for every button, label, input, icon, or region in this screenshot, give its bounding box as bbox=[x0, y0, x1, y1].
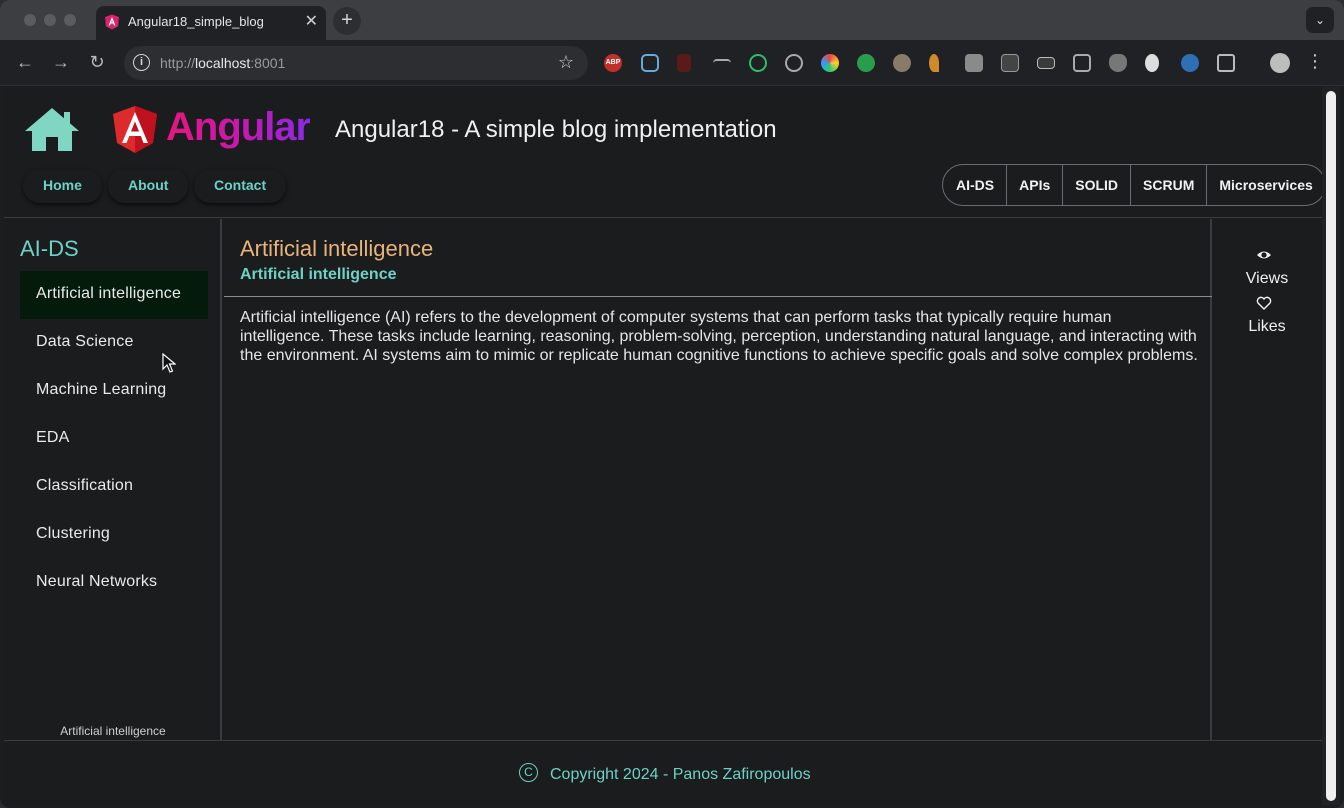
web-page: Angular Angular18 - A simple blog implem… bbox=[4, 87, 1326, 805]
page-scrollbar[interactable] bbox=[1322, 87, 1340, 805]
browser-window: Angular18_simple_blog ✕ + ⌄ ← → ↻ i http… bbox=[0, 0, 1344, 808]
extension-blue-icon[interactable] bbox=[1181, 54, 1199, 72]
sidebar-item-data-science[interactable]: Data Science bbox=[20, 319, 208, 367]
extension-pdf-icon[interactable] bbox=[677, 54, 691, 72]
tab-close-icon[interactable]: ✕ bbox=[305, 11, 318, 31]
address-bar[interactable]: i http://localhost:8001 ☆ bbox=[124, 46, 588, 80]
heart-icon[interactable] bbox=[1214, 296, 1314, 310]
sidebar-item-neural-networks[interactable]: Neural Networks bbox=[20, 559, 208, 607]
sidebar-item-eda[interactable]: EDA bbox=[20, 415, 208, 463]
sidebar-item-machine-learning[interactable]: Machine Learning bbox=[20, 367, 208, 415]
nav-about-link[interactable]: About bbox=[108, 169, 188, 203]
likes-label: Likes bbox=[1248, 318, 1286, 335]
category-button-solid[interactable]: SOLID bbox=[1062, 165, 1130, 205]
window-zoom-dot[interactable] bbox=[64, 14, 76, 26]
category-button-microservices[interactable]: Microservices bbox=[1206, 165, 1324, 205]
extension-color-icon[interactable] bbox=[821, 54, 839, 72]
sidebar-item-clustering[interactable]: Clustering bbox=[20, 511, 208, 559]
extension-markdown-icon[interactable] bbox=[1037, 57, 1055, 69]
sidebar-selected-label: Artificial intelligence bbox=[60, 724, 166, 738]
browser-menu-icon[interactable]: ⋮ bbox=[1306, 51, 1324, 72]
scrollbar-thumb[interactable] bbox=[1326, 91, 1336, 801]
nav-contact-link[interactable]: Contact bbox=[194, 169, 286, 203]
article-panel: Artificial intelligence Artificial intel… bbox=[224, 219, 1212, 740]
sidebar-item-classification[interactable]: Classification bbox=[20, 463, 208, 511]
nav-home-link[interactable]: Home bbox=[23, 169, 102, 203]
forward-arrow-icon[interactable]: → bbox=[50, 52, 72, 73]
category-button-apis[interactable]: APIs bbox=[1006, 165, 1062, 205]
tab-search-button[interactable]: ⌄ bbox=[1306, 7, 1334, 33]
bookmark-star-icon[interactable]: ☆ bbox=[558, 52, 574, 73]
sidebar-title: AI-DS bbox=[20, 236, 79, 261]
extension-moon-icon[interactable] bbox=[1145, 54, 1159, 72]
extension-drop-icon[interactable] bbox=[929, 54, 939, 72]
github-extension-icon[interactable] bbox=[857, 54, 875, 72]
extension-owl-icon[interactable] bbox=[893, 54, 911, 72]
grammarly-extension-icon[interactable] bbox=[749, 54, 767, 72]
category-button-group: AI-DS APIs SOLID SCRUM Microservices bbox=[942, 164, 1326, 206]
browser-toolbar: ← → ↻ i http://localhost:8001 ☆ ABP ⋮ bbox=[0, 40, 1344, 86]
browser-tab-active[interactable]: Angular18_simple_blog ✕ bbox=[96, 6, 326, 40]
sidebar-item-artificial-intelligence[interactable]: Artificial intelligence bbox=[20, 271, 208, 319]
stats-panel: Views Likes bbox=[1214, 219, 1322, 740]
extension-m-icon[interactable] bbox=[1001, 54, 1019, 72]
tab-strip: Angular18_simple_blog ✕ + ⌄ bbox=[0, 0, 1344, 40]
adblock-extension-icon[interactable]: ABP bbox=[604, 54, 622, 72]
copyright-text: Copyright 2024 - Panos Zafiropoulos bbox=[550, 766, 811, 783]
category-button-scrum[interactable]: SCRUM bbox=[1130, 165, 1206, 205]
article-divider bbox=[224, 296, 1212, 297]
window-close-dot[interactable] bbox=[24, 14, 36, 26]
tab-title: Angular18_simple_blog bbox=[128, 14, 264, 29]
views-label: Views bbox=[1245, 270, 1289, 287]
extension-cat-icon[interactable] bbox=[1109, 54, 1127, 72]
extensions-puzzle-icon[interactable] bbox=[1217, 54, 1235, 72]
angular-favicon-icon bbox=[105, 14, 119, 30]
profile-avatar[interactable] bbox=[1270, 53, 1290, 73]
article-body: Artificial intelligence (AI) refers to t… bbox=[240, 309, 1198, 364]
back-arrow-icon[interactable]: ← bbox=[14, 52, 36, 73]
angular-wordmark: Angular bbox=[166, 105, 311, 149]
copyright-icon: C bbox=[519, 763, 538, 782]
category-button-ai-ds[interactable]: AI-DS bbox=[943, 165, 1006, 205]
reload-icon[interactable]: ↻ bbox=[86, 52, 108, 73]
url-text[interactable]: http://localhost:8001 bbox=[160, 55, 285, 71]
angular-logo-icon bbox=[113, 106, 157, 153]
extension-dash-icon[interactable] bbox=[713, 59, 731, 67]
home-icon[interactable] bbox=[24, 105, 80, 153]
site-info-icon[interactable]: i bbox=[133, 54, 150, 71]
extension-window-icon[interactable] bbox=[1073, 54, 1091, 72]
site-footer: C Copyright 2024 - Panos Zafiropoulos bbox=[4, 740, 1322, 805]
site-header: Angular Angular18 - A simple blog implem… bbox=[4, 87, 1326, 218]
extension-image-icon[interactable] bbox=[965, 54, 983, 72]
new-tab-button[interactable]: + bbox=[333, 7, 361, 35]
extension-globe-icon[interactable] bbox=[785, 54, 803, 72]
article-title: Artificial intelligence bbox=[240, 236, 434, 261]
window-minimize-dot[interactable] bbox=[44, 14, 56, 26]
site-title: Angular18 - A simple blog implementation bbox=[335, 116, 777, 143]
extension-ring-icon[interactable] bbox=[641, 54, 659, 72]
mouse-cursor-icon bbox=[162, 353, 176, 373]
article-subtitle: Artificial intelligence bbox=[240, 266, 397, 283]
sidebar: AI-DS Artificial intelligence Data Scien… bbox=[4, 219, 222, 740]
eye-icon bbox=[1257, 251, 1271, 259]
